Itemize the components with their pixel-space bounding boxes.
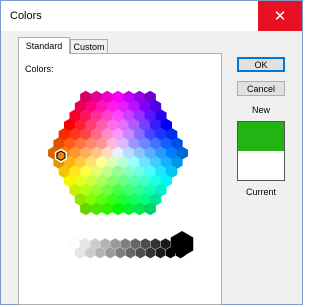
new-color-swatch [238, 122, 284, 151]
colors-dialog: Colors ✕ Standard Custom Colors: OK Canc… [0, 0, 303, 305]
cancel-button[interactable]: Cancel [237, 81, 285, 96]
tab-custom[interactable]: Custom [70, 39, 108, 54]
close-button[interactable]: ✕ [258, 1, 302, 31]
current-color-swatch [238, 151, 284, 180]
title-bar: Colors ✕ [1, 1, 302, 31]
window-title: Colors [10, 10, 42, 22]
color-preview [237, 121, 285, 181]
new-label: New [251, 105, 270, 115]
color-hexagon-picker[interactable] [19, 54, 221, 304]
standard-panel: Colors: [18, 53, 222, 305]
tab-standard[interactable]: Standard [18, 37, 70, 54]
ok-button[interactable]: OK [237, 57, 285, 72]
current-label: Current [245, 187, 276, 197]
close-icon: ✕ [273, 8, 287, 25]
